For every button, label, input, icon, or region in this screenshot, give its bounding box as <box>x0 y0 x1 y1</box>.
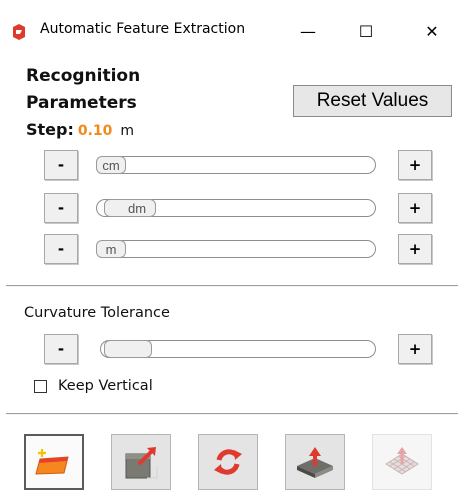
m-increase-button[interactable]: + <box>398 234 432 264</box>
raise-surface-button[interactable] <box>285 434 345 490</box>
cm-increase-button[interactable]: + <box>398 150 432 180</box>
section-heading-line1: Recognition <box>26 66 141 86</box>
close-icon: ✕ <box>425 21 439 41</box>
dm-slider-label: dm <box>127 200 147 216</box>
curvature-slider[interactable] <box>100 340 376 358</box>
step-unit: m <box>120 123 135 139</box>
title-bar: Automatic Feature Extraction — ☐ ✕ <box>0 0 464 52</box>
dm-increase-button[interactable]: + <box>398 193 432 223</box>
keep-vertical-checkbox[interactable] <box>34 380 47 393</box>
dm-slider-thumb[interactable]: dm <box>104 199 156 217</box>
curvature-decrease-button[interactable]: - <box>44 334 78 364</box>
cm-decrease-button[interactable]: - <box>44 150 78 180</box>
refresh-icon <box>214 449 242 475</box>
curvature-increase-button[interactable]: + <box>398 334 432 364</box>
step-readout: Step: 0.10 m <box>26 120 134 139</box>
new-face-button[interactable] <box>24 434 84 490</box>
dm-slider[interactable]: dm <box>96 199 376 217</box>
reset-values-button[interactable]: Reset Values <box>293 85 452 117</box>
m-slider-thumb[interactable]: m <box>96 240 126 258</box>
section-heading-line2: Parameters <box>26 93 137 113</box>
divider <box>6 413 458 415</box>
extrude-button[interactable] <box>111 434 171 490</box>
keep-vertical-label[interactable]: Keep Vertical <box>58 378 153 394</box>
cm-slider[interactable]: cm <box>96 156 376 174</box>
close-button[interactable]: ✕ <box>410 14 454 48</box>
step-value: 0.10 <box>77 123 113 139</box>
grid-surface-icon <box>385 447 419 475</box>
step-label: Step: <box>26 120 74 139</box>
curvature-tolerance-label: Curvature Tolerance <box>24 305 170 321</box>
divider <box>6 285 458 287</box>
m-slider[interactable]: m <box>96 240 376 258</box>
cm-slider-thumb[interactable]: cm <box>96 156 126 174</box>
grid-surface-button <box>372 434 432 490</box>
extrude-icon <box>125 447 158 479</box>
window-title: Automatic Feature Extraction <box>40 21 246 37</box>
new-face-icon <box>35 449 69 475</box>
maximize-icon: ☐ <box>358 21 374 41</box>
m-decrease-button[interactable]: - <box>44 234 78 264</box>
curvature-slider-thumb[interactable] <box>104 340 152 358</box>
raise-surface-icon <box>297 447 333 478</box>
minimize-button[interactable]: — <box>286 14 330 48</box>
minimize-icon: — <box>300 21 316 41</box>
maximize-button[interactable]: ☐ <box>344 14 388 48</box>
sketchup-app-icon <box>13 24 25 40</box>
m-slider-track[interactable] <box>96 240 376 258</box>
cm-slider-track[interactable] <box>96 156 376 174</box>
refresh-button[interactable] <box>198 434 258 490</box>
dm-decrease-button[interactable]: - <box>44 193 78 223</box>
